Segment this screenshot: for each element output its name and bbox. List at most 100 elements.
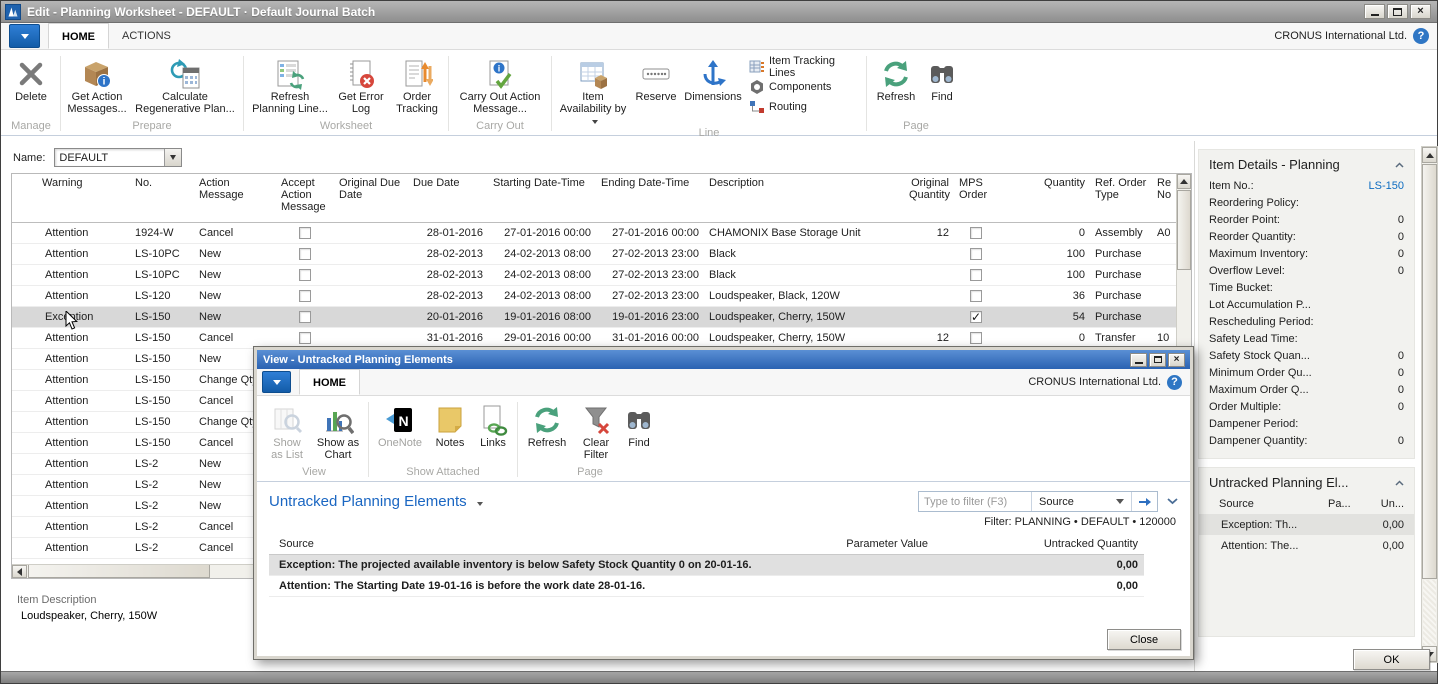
- delete-button[interactable]: Delete: [5, 54, 57, 103]
- mps-order-checkbox[interactable]: [970, 227, 982, 239]
- accept-action-checkbox[interactable]: [299, 269, 311, 281]
- mps-order-checkbox[interactable]: [970, 290, 982, 302]
- application-menu-button[interactable]: [9, 24, 40, 48]
- col-header-untracked-quantity[interactable]: Untracked Quantity: [934, 534, 1144, 554]
- dialog-maximize-button[interactable]: [1149, 353, 1166, 367]
- filter-field-select[interactable]: Source: [1031, 492, 1131, 511]
- col-header-source[interactable]: Source: [269, 534, 784, 554]
- mps-order-checkbox[interactable]: [970, 311, 982, 323]
- worksheet-row[interactable]: Exception LS-150 New 20-01-2016 19-01-20…: [12, 306, 1178, 327]
- col-header-no[interactable]: No.: [130, 174, 194, 222]
- cell-due-date: 28-02-2013: [408, 285, 488, 306]
- notes-button[interactable]: Notes: [428, 400, 472, 449]
- clear-filter-button[interactable]: Clear Filter: [573, 400, 619, 461]
- collapse-chevron-icon[interactable]: [1395, 480, 1404, 486]
- dialog-close-button[interactable]: ×: [1168, 353, 1185, 367]
- accept-action-checkbox[interactable]: [299, 248, 311, 260]
- filter-input[interactable]: [919, 496, 1031, 508]
- col-header-starting-date-time[interactable]: Starting Date-Time: [488, 174, 596, 222]
- dialog-refresh-button[interactable]: Refresh: [521, 400, 573, 449]
- accept-action-checkbox[interactable]: [299, 332, 311, 344]
- col-header-mps-order[interactable]: MPS Order: [954, 174, 998, 222]
- col-header-description[interactable]: Description: [704, 174, 904, 222]
- dialog-close-action-button[interactable]: Close: [1107, 629, 1181, 650]
- close-button[interactable]: ×: [1410, 4, 1431, 19]
- reserve-button[interactable]: Reserve: [631, 54, 681, 103]
- col-header-ref-order-type[interactable]: Ref. Order Type: [1090, 174, 1152, 222]
- links-button[interactable]: Links: [472, 400, 514, 449]
- factbox-scrollbar[interactable]: [1421, 146, 1438, 663]
- scroll-left-button[interactable]: [12, 565, 27, 578]
- show-as-chart-button[interactable]: Show as Chart: [311, 400, 365, 461]
- accept-action-checkbox[interactable]: [299, 311, 311, 323]
- item-availability-by-button[interactable]: Item Availability by: [555, 54, 631, 127]
- calculate-regenerative-plan-button[interactable]: Calculate Regenerative Plan...: [130, 54, 240, 115]
- col-header-parameter-value[interactable]: Parameter Value: [784, 534, 934, 554]
- factbox-field-value[interactable]: LS-150: [1369, 180, 1404, 192]
- mps-order-checkbox[interactable]: [970, 248, 982, 260]
- cell-no: LS-150: [130, 369, 194, 390]
- scrollbar-thumb[interactable]: [28, 565, 210, 578]
- components-button[interactable]: Components: [745, 77, 863, 97]
- col-header-action-message[interactable]: Action Message: [194, 174, 276, 222]
- untracked-element-row[interactable]: Attention: The Starting Date 19-01-16 is…: [269, 575, 1144, 596]
- worksheet-row[interactable]: Attention LS-120 New 28-02-2013 24-02-20…: [12, 285, 1178, 306]
- scrollbar-thumb[interactable]: [1422, 164, 1437, 579]
- dialog-minimize-button[interactable]: [1130, 353, 1147, 367]
- chevron-down-icon[interactable]: [477, 502, 483, 506]
- ok-button[interactable]: OK: [1353, 649, 1430, 670]
- scroll-up-button[interactable]: [1422, 147, 1437, 163]
- col-header-original-due-date[interactable]: Original Due Date: [334, 174, 408, 222]
- col-header-ref-order-no[interactable]: Re No: [1152, 174, 1178, 222]
- factbox-untracked-row[interactable]: Attention: The... 0,00: [1199, 535, 1414, 556]
- routing-button[interactable]: Routing: [745, 97, 863, 117]
- order-tracking-button[interactable]: Order Tracking: [389, 54, 445, 115]
- untracked-element-row[interactable]: Exception: The projected available inven…: [269, 554, 1144, 575]
- worksheet-row[interactable]: Attention LS-10PC New 28-02-2013 24-02-2…: [12, 264, 1178, 285]
- scrollbar-thumb[interactable]: [1177, 190, 1191, 270]
- minimize-button[interactable]: [1364, 4, 1385, 19]
- refresh-button[interactable]: Refresh: [870, 54, 922, 103]
- collapse-chevron-icon[interactable]: [1395, 162, 1404, 168]
- filter-go-button[interactable]: [1131, 492, 1157, 511]
- factbox-untracked-row[interactable]: Exception: Th... 0,00: [1199, 514, 1414, 535]
- ribbon-group-line: Item Availability by Reserve Dimensions …: [555, 52, 863, 135]
- carry-out-action-message-button[interactable]: i Carry Out Action Message...: [452, 54, 548, 115]
- mps-order-checkbox[interactable]: [970, 269, 982, 281]
- cell-warning: Attention: [12, 369, 130, 390]
- dialog-tab-home[interactable]: HOME: [299, 369, 360, 395]
- tab-actions[interactable]: ACTIONS: [109, 23, 184, 49]
- cell-no: LS-150: [130, 348, 194, 369]
- scroll-up-button[interactable]: [1177, 174, 1191, 189]
- dialog-find-button[interactable]: Find: [619, 400, 659, 449]
- worksheet-row[interactable]: Attention 1924-W Cancel 28-01-2016 27-01…: [12, 222, 1178, 243]
- col-header-quantity[interactable]: Quantity: [998, 174, 1090, 222]
- help-icon[interactable]: ?: [1413, 28, 1429, 44]
- col-header-original-quantity[interactable]: Original Quantity: [904, 174, 954, 222]
- worksheet-row[interactable]: Attention LS-10PC New 28-02-2013 24-02-2…: [12, 243, 1178, 264]
- dialog-application-menu-button[interactable]: [262, 371, 291, 393]
- combo-dropdown-button[interactable]: [164, 149, 181, 166]
- maximize-button[interactable]: [1387, 4, 1408, 19]
- accept-action-checkbox[interactable]: [299, 227, 311, 239]
- expand-filter-chevron-icon[interactable]: [1167, 498, 1178, 505]
- col-header-accept-action[interactable]: Accept Action Message: [276, 174, 334, 222]
- dimensions-button[interactable]: Dimensions: [681, 54, 745, 103]
- scrollbar-track[interactable]: [1423, 580, 1436, 645]
- col-header-due-date[interactable]: Due Date: [408, 174, 488, 222]
- mps-order-checkbox[interactable]: [970, 332, 982, 344]
- batch-name-combobox[interactable]: DEFAULT: [54, 148, 182, 167]
- find-button[interactable]: Find: [922, 54, 962, 103]
- refresh-planning-line-button[interactable]: Refresh Planning Line...: [247, 54, 333, 115]
- dialog-table-body: Exception: The projected available inven…: [269, 554, 1144, 596]
- get-error-log-button[interactable]: Get Error Log: [333, 54, 389, 115]
- worksheet-row[interactable]: Attention LS-150 Cancel 31-01-2016 29-01…: [12, 327, 1178, 348]
- col-header-ending-date-time[interactable]: Ending Date-Time: [596, 174, 704, 222]
- help-icon[interactable]: ?: [1167, 375, 1182, 390]
- status-bar: [1, 671, 1437, 683]
- accept-action-checkbox[interactable]: [299, 290, 311, 302]
- col-header-warning[interactable]: Warning: [12, 174, 130, 222]
- get-action-messages-button[interactable]: i Get Action Messages...: [64, 54, 130, 115]
- item-tracking-lines-button[interactable]: Item Tracking Lines: [745, 57, 863, 77]
- tab-home[interactable]: HOME: [48, 23, 109, 49]
